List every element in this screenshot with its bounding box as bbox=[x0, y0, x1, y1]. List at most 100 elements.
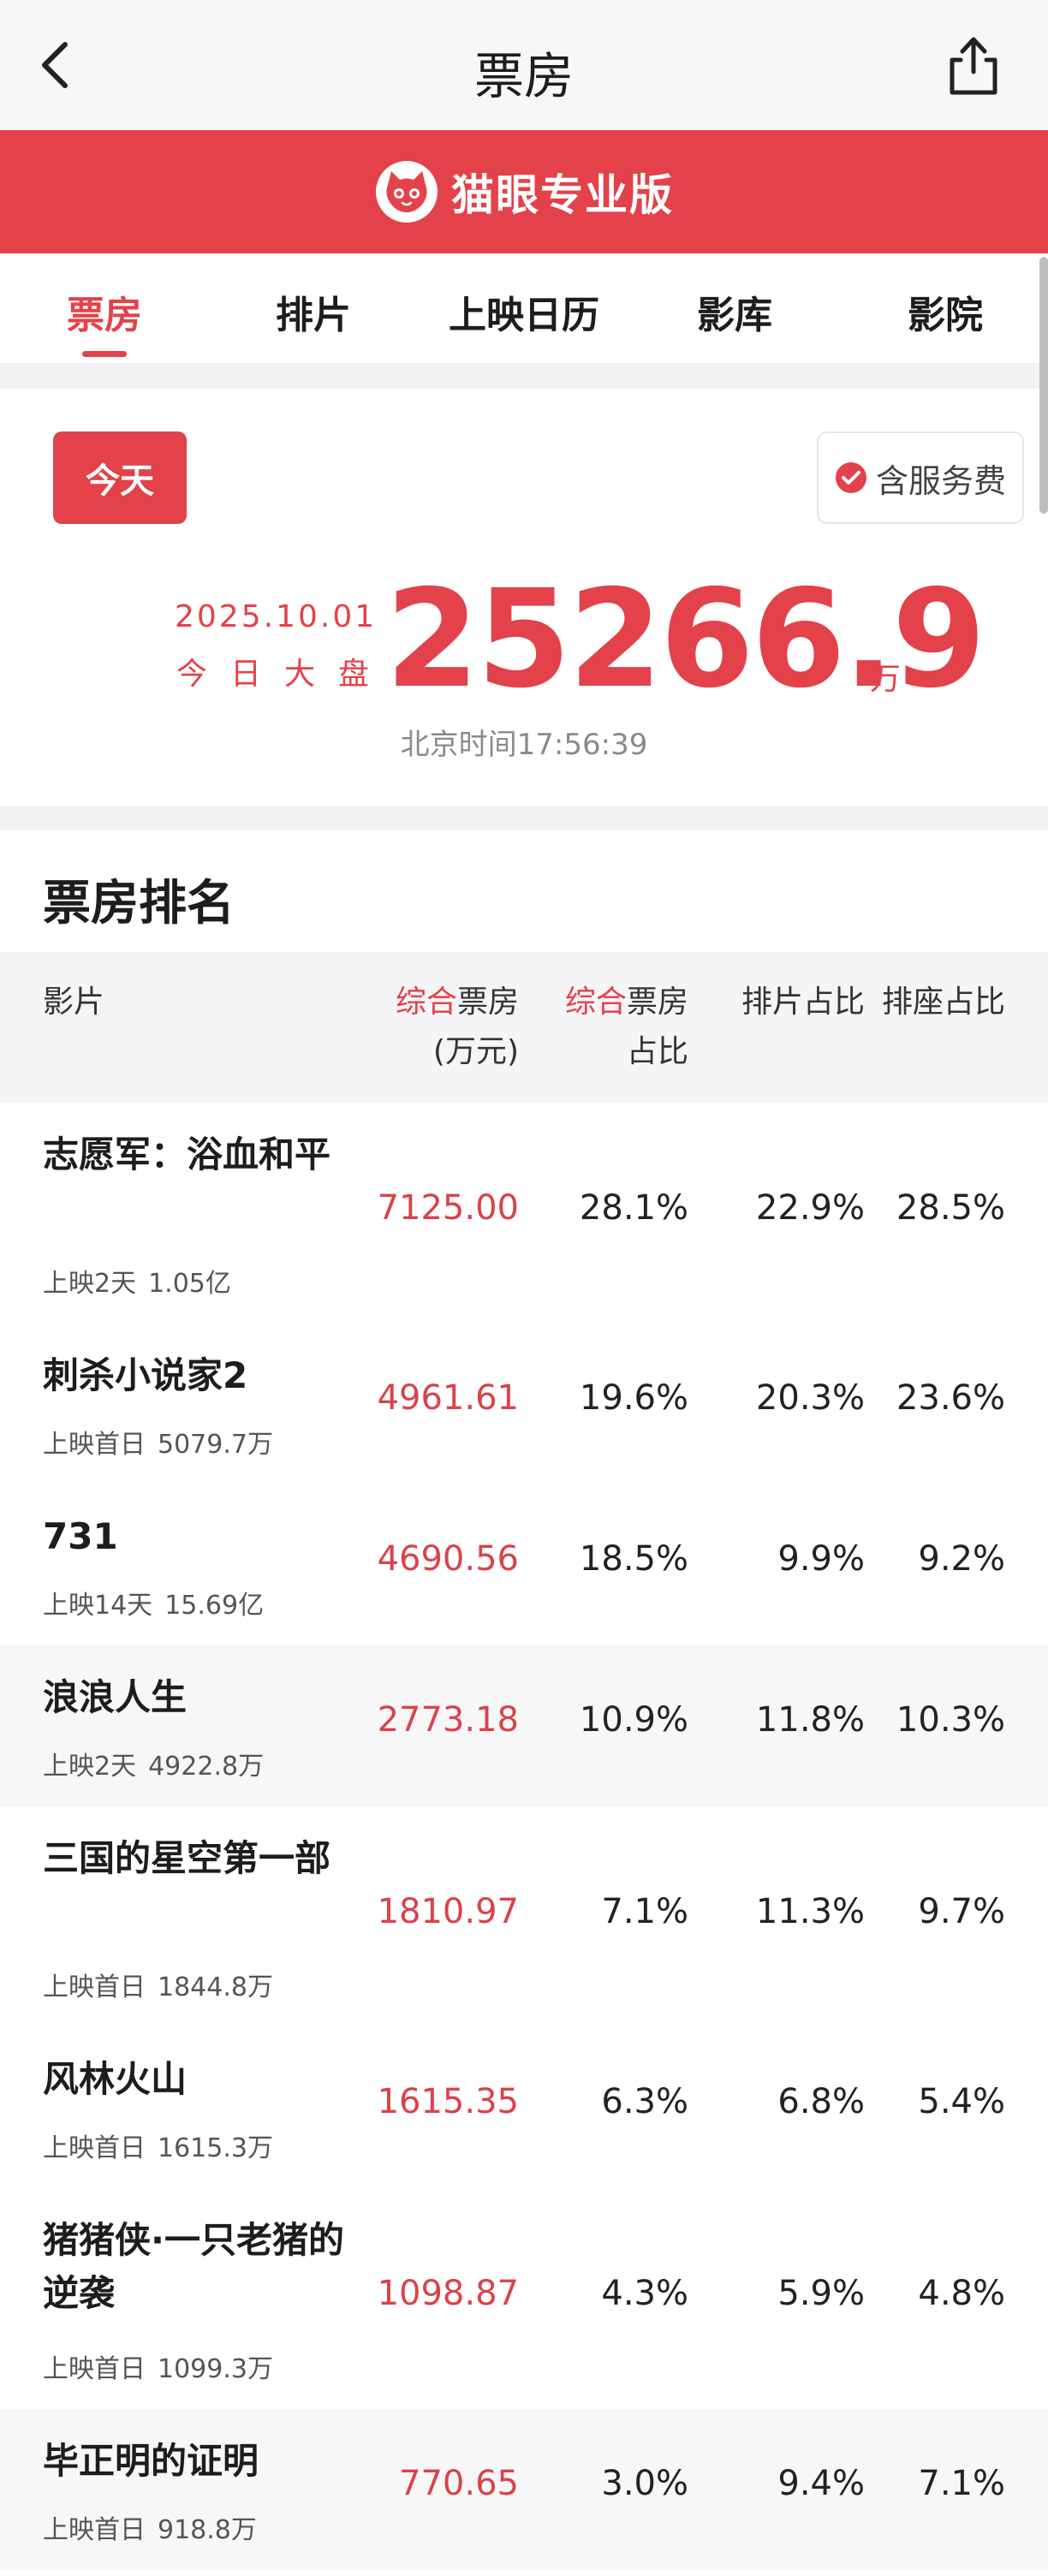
today-button[interactable]: 今天 bbox=[53, 431, 187, 524]
brand-banner: 猫眼专业版 bbox=[0, 130, 1048, 253]
header-box-office-share[interactable]: 综合票房 占比 bbox=[565, 978, 688, 1077]
box-office-share-value: 3.0% bbox=[601, 2464, 688, 2503]
film-release-info: 上映首日 918.8万 bbox=[43, 2508, 257, 2546]
schedule-share-value: 9.4% bbox=[777, 2464, 865, 2503]
cumulative-box-office: 5079.7万 bbox=[158, 1430, 273, 1460]
header-share-line2: 占比 bbox=[626, 1034, 688, 1069]
film-release-info: 上映14天 15.69亿 bbox=[43, 1584, 264, 1621]
box-office-value: 1098.87 bbox=[377, 2274, 519, 2313]
header-share-prefix: 综合 bbox=[564, 985, 627, 1020]
table-row[interactable]: 志愿军：浴血和平 上映2天 1.05亿 7125.00 28.1% 22.9% 2… bbox=[0, 1103, 1048, 1324]
release-days: 上映首日 bbox=[43, 2133, 146, 2163]
header-box-office[interactable]: 综合票房 (万元) bbox=[396, 978, 519, 1077]
tab-box-office[interactable]: 票房 bbox=[67, 284, 142, 339]
header-film: 影片 bbox=[43, 985, 105, 1020]
tab-schedule[interactable]: 排片 bbox=[276, 284, 351, 339]
table-row[interactable]: 毕正明的证明 上映首日 918.8万 770.65 3.0% 9.4% 7.1% bbox=[0, 2409, 1048, 2570]
table-row[interactable]: 猪猪侠·一只老猪的逆袭 上映首日 1099.3万 1098.87 4.3% 5.9… bbox=[0, 2188, 1048, 2409]
beijing-time: 北京时间17:56:39 bbox=[400, 728, 648, 762]
page-title: 票房 bbox=[473, 47, 574, 105]
cumulative-box-office: 1844.8万 bbox=[158, 1972, 273, 2002]
service-fee-label: 含服务费 bbox=[875, 461, 1006, 500]
active-tab-indicator bbox=[82, 351, 127, 357]
tab-bar: 票房 排片 上映日历 影库 影院 bbox=[0, 253, 1048, 363]
film-title: 刺杀小说家2 bbox=[43, 1354, 248, 1396]
film-title: 浪浪人生 bbox=[43, 1676, 188, 1718]
release-days: 上映首日 bbox=[43, 2515, 146, 2545]
table-header: 影片 综合票房 (万元) 综合票房 占比 排片占比 排座占比 bbox=[0, 952, 1048, 1103]
seat-share-value: 4.8% bbox=[918, 2274, 1005, 2313]
box-office-page: 票房 猫眼专业版 票房 排片 上映日历 影库 影院 今天 含服务费 2025.1… bbox=[0, 0, 1048, 2576]
table-row[interactable]: 浪浪人生 上映2天 4922.8万 2773.18 10.9% 11.8% 10.… bbox=[0, 1645, 1048, 1806]
box-office-share-value: 28.1% bbox=[579, 1188, 688, 1228]
seat-share-value: 9.2% bbox=[918, 1539, 1005, 1579]
release-days: 上映首日 bbox=[43, 1430, 146, 1460]
scrollbar[interactable] bbox=[1039, 257, 1048, 514]
schedule-share-value: 22.9% bbox=[755, 1188, 865, 1228]
film-release-info: 上映首日 1099.3万 bbox=[43, 2347, 273, 2385]
film-release-info: 上映首日 1615.3万 bbox=[43, 2127, 273, 2164]
schedule-share-value: 11.8% bbox=[755, 1700, 865, 1740]
box-office-share-value: 19.6% bbox=[579, 1378, 688, 1418]
release-days: 上映2天 bbox=[43, 1752, 137, 1782]
tab-release-calendar[interactable]: 上映日历 bbox=[449, 284, 599, 339]
box-office-value: 1615.35 bbox=[377, 2082, 519, 2121]
table-row[interactable]: 731 上映14天 15.69亿 4690.56 18.5% 9.9% 9.2% bbox=[0, 1484, 1048, 1645]
cumulative-box-office: 4922.8万 bbox=[148, 1752, 265, 1782]
box-office-value: 4961.61 bbox=[377, 1378, 519, 1418]
market-date: 2025.10.01 bbox=[175, 599, 378, 634]
tab-film-library[interactable]: 影库 bbox=[697, 284, 772, 339]
top-bar: 票房 bbox=[0, 0, 1048, 130]
box-office-share-value: 10.9% bbox=[579, 1700, 688, 1740]
tab-cinemas[interactable]: 影院 bbox=[908, 284, 983, 339]
header-share-main: 票房 bbox=[626, 985, 688, 1020]
header-bo-main: 票房 bbox=[456, 985, 519, 1020]
schedule-share-value: 5.9% bbox=[777, 2274, 865, 2313]
box-office-value: 2773.18 bbox=[377, 1700, 519, 1740]
market-summary-card: 今天 含服务费 2025.10.01 今日大盘 25266.9 万 北京时间17… bbox=[0, 389, 1048, 806]
seat-share-value: 5.4% bbox=[918, 2082, 1005, 2121]
seat-share-value: 28.5% bbox=[896, 1188, 1005, 1228]
box-office-share-value: 4.3% bbox=[601, 2274, 688, 2313]
film-release-info: 上映2天 1.05亿 bbox=[43, 1262, 231, 1300]
box-office-value: 770.65 bbox=[399, 2464, 519, 2503]
film-title: 三国的星空第一部 bbox=[43, 1837, 331, 1879]
cumulative-box-office: 1615.3万 bbox=[158, 2133, 273, 2163]
film-title: 猪猪侠·一只老猪的逆袭 bbox=[43, 2219, 344, 2314]
box-office-value: 4690.56 bbox=[377, 1539, 519, 1579]
cumulative-box-office: 1.05亿 bbox=[148, 1269, 231, 1299]
table-row[interactable]: 刺杀小说家2 上映首日 5079.7万 4961.61 19.6% 20.3% 2… bbox=[0, 1324, 1048, 1484]
table-row[interactable]: 风林火山 上映首日 1615.3万 1615.35 6.3% 6.8% 5.4% bbox=[0, 2027, 1048, 2188]
release-days: 上映14天 bbox=[43, 1591, 153, 1621]
cumulative-box-office: 918.8万 bbox=[158, 2515, 257, 2545]
header-seat-share[interactable]: 排座占比 bbox=[882, 978, 1005, 1027]
seat-share-value: 23.6% bbox=[896, 1378, 1005, 1418]
film-title: 风林火山 bbox=[43, 2058, 188, 2100]
schedule-share-value: 20.3% bbox=[755, 1378, 865, 1418]
brand-name: 猫眼专业版 bbox=[451, 170, 674, 220]
film-release-info: 上映2天 4922.8万 bbox=[43, 1745, 264, 1782]
release-days: 上映首日 bbox=[43, 2354, 146, 2384]
check-circle-icon bbox=[835, 462, 866, 493]
cumulative-box-office: 15.69亿 bbox=[164, 1591, 265, 1621]
maoyan-cat-logo-icon bbox=[376, 161, 438, 223]
ranking-rows: 志愿军：浴血和平 上映2天 1.05亿 7125.00 28.1% 22.9% 2… bbox=[0, 1103, 1048, 2570]
seat-share-value: 10.3% bbox=[896, 1700, 1005, 1740]
schedule-share-value: 9.9% bbox=[777, 1539, 865, 1579]
film-title: 毕正明的证明 bbox=[43, 2440, 259, 2482]
film-release-info: 上映首日 1844.8万 bbox=[43, 1966, 273, 2003]
header-schedule-share[interactable]: 排片占比 bbox=[741, 978, 865, 1027]
header-bo-unit: (万元) bbox=[432, 1034, 519, 1069]
seat-share-value: 9.7% bbox=[918, 1892, 1005, 1931]
market-label: 今日大盘 bbox=[176, 657, 393, 692]
table-row[interactable]: 三国的星空第一部 上映首日 1844.8万 1810.97 7.1% 11.3% … bbox=[0, 1806, 1048, 2027]
cumulative-box-office: 1099.3万 bbox=[158, 2354, 273, 2384]
box-office-share-value: 18.5% bbox=[579, 1539, 688, 1579]
film-title: 731 bbox=[43, 1515, 118, 1557]
schedule-share-value: 6.8% bbox=[777, 2082, 865, 2121]
film-release-info: 上映首日 5079.7万 bbox=[43, 1423, 273, 1461]
service-fee-toggle[interactable]: 含服务费 bbox=[817, 431, 1024, 524]
share-icon[interactable] bbox=[944, 33, 1003, 98]
release-days: 上映首日 bbox=[43, 1972, 146, 2002]
market-total-unit: 万 bbox=[870, 662, 902, 697]
